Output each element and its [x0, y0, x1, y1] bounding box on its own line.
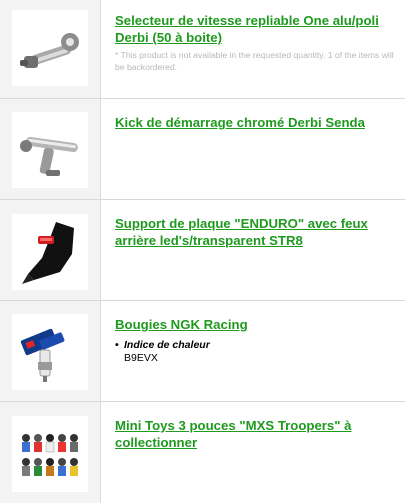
product-thumbnail-cell	[0, 0, 101, 98]
product-info: Kick de démarrage chromé Derbi Senda	[115, 114, 397, 131]
product-title-link[interactable]: Support de plaque "ENDURO" avec feux arr…	[115, 215, 397, 249]
backorder-notice: * This product is not available in the r…	[115, 50, 394, 72]
product-thumbnail-cell	[0, 301, 101, 401]
product-title-link[interactable]: Selecteur de vitesse repliable One alu/p…	[115, 12, 397, 46]
attribute-name: Indice de chaleur	[115, 339, 397, 352]
product-thumbnail-cell	[0, 200, 101, 300]
product-row: Selecteur de vitesse repliable One alu/p…	[0, 0, 405, 99]
cart-product-list: Selecteur de vitesse repliable One alu/p…	[0, 0, 405, 503]
product-attribute: Indice de chaleur B9EVX	[115, 339, 397, 365]
product-thumbnail-cell	[0, 402, 101, 503]
product-row: Support de plaque "ENDURO" avec feux arr…	[0, 200, 405, 301]
kickstart-lever-image[interactable]	[12, 112, 88, 188]
product-row: Mini Toys 3 pouces "MXS Troopers" à coll…	[0, 402, 405, 503]
spark-plug-image[interactable]	[12, 314, 88, 390]
product-info: Selecteur de vitesse repliable One alu/p…	[115, 12, 397, 73]
attribute-value: B9EVX	[124, 352, 158, 364]
product-row: Kick de démarrage chromé Derbi Senda	[0, 99, 405, 200]
mini-toys-figures-image[interactable]	[12, 416, 88, 492]
product-title-link[interactable]: Bougies NGK Racing	[115, 316, 397, 333]
product-info: Support de plaque "ENDURO" avec feux arr…	[115, 215, 397, 249]
rear-fender-plate-image[interactable]	[12, 214, 88, 290]
product-title-link[interactable]: Kick de démarrage chromé Derbi Senda	[115, 114, 397, 131]
product-row: Bougies NGK Racing Indice de chaleur B9E…	[0, 301, 405, 402]
product-title-link[interactable]: Mini Toys 3 pouces "MXS Troopers" à coll…	[115, 417, 397, 451]
gear-selector-lever-image[interactable]	[12, 10, 88, 86]
product-info: Mini Toys 3 pouces "MXS Troopers" à coll…	[115, 417, 397, 451]
product-thumbnail-cell	[0, 99, 101, 199]
product-info: Bougies NGK Racing Indice de chaleur B9E…	[115, 316, 397, 365]
